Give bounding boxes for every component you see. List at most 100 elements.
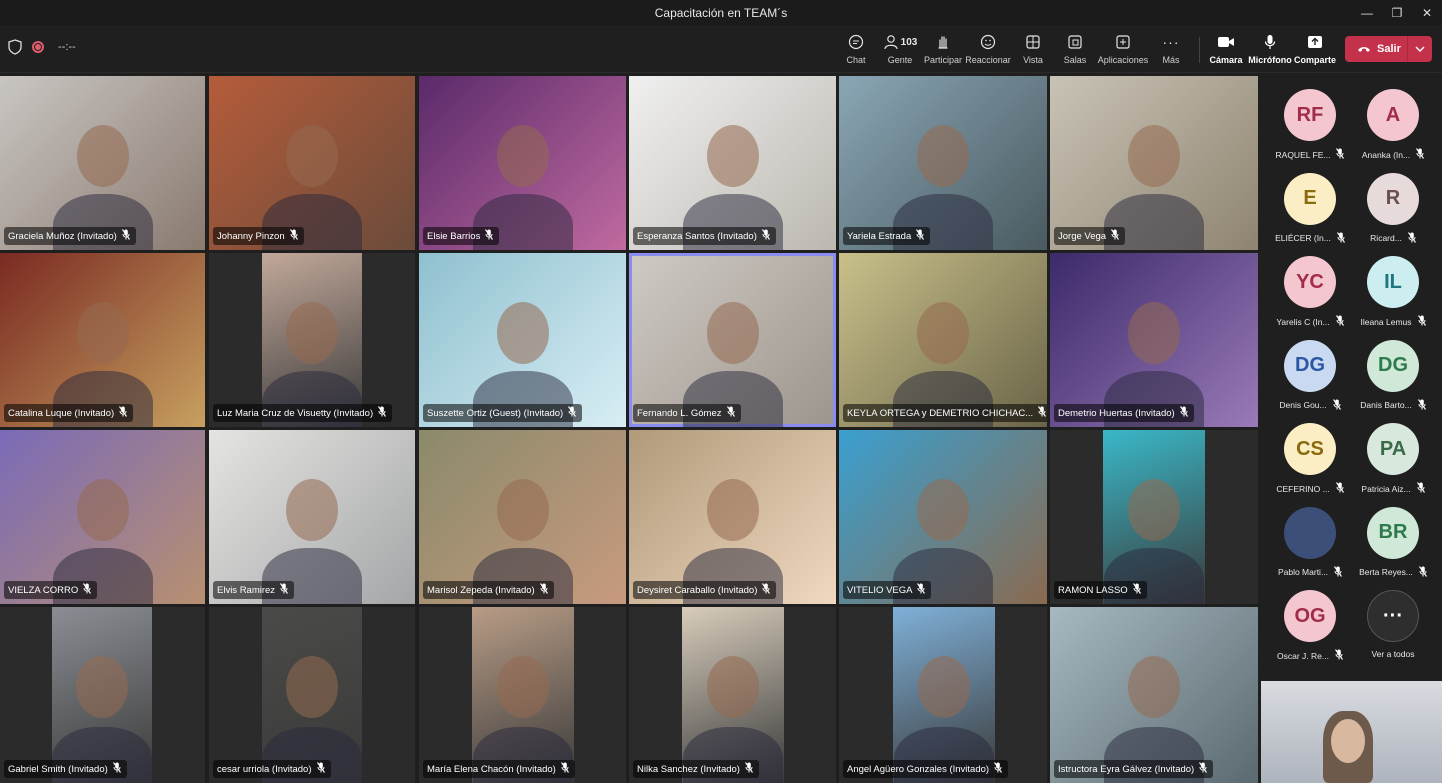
- participant-tile[interactable]: Luz Maria Cruz de Visuetty (Invitado): [209, 253, 415, 427]
- mic-off-icon: [1407, 231, 1416, 245]
- avatar-name: Patricia Aiz...: [1361, 483, 1411, 494]
- participant-tile[interactable]: Catalina Luque (Invitado): [0, 253, 205, 427]
- leave-button[interactable]: Salir: [1345, 36, 1432, 62]
- chevron-down-icon: [1415, 46, 1425, 52]
- view-button[interactable]: Vista: [1020, 33, 1046, 67]
- participant-avatar[interactable]: OG Oscar J. Re...: [1268, 590, 1352, 662]
- participant-avatar[interactable]: E ELIÉCER (In...: [1268, 172, 1352, 245]
- mic-off-icon: [280, 583, 289, 597]
- chat-icon: [848, 33, 864, 51]
- avatar-initials: A: [1367, 89, 1419, 141]
- participant-avatar[interactable]: CS CEFERINO ...: [1268, 423, 1352, 495]
- people-button[interactable]: 103 Gente: [880, 33, 920, 67]
- minimize-button[interactable]: —: [1352, 0, 1382, 25]
- participant-silhouette: [1128, 656, 1180, 719]
- participant-tile[interactable]: Fernando L. Gómez: [629, 253, 836, 427]
- participant-name: Istructora Eyra Gálvez (Invitado): [1058, 763, 1195, 775]
- participant-avatar[interactable]: A Ananka (In...: [1351, 89, 1435, 161]
- participant-avatar[interactable]: PA Patricia Aiz...: [1351, 423, 1435, 495]
- avatar-name-row: Ananka (In...: [1362, 148, 1425, 161]
- participant-name: Yariela Estrada: [847, 230, 912, 242]
- participant-tile[interactable]: Jorge Vega: [1050, 76, 1258, 250]
- participant-tile[interactable]: Deysiret Caraballo (Invitado): [629, 430, 836, 604]
- participant-tile[interactable]: Gabriel Smith (Invitado): [0, 607, 205, 783]
- participant-silhouette: [1128, 124, 1180, 187]
- participant-tile[interactable]: Graciela Muñoz (Invitado): [0, 76, 205, 250]
- mic-off-icon: [1336, 148, 1345, 161]
- mic-off-icon: [119, 406, 128, 420]
- leave-options-button[interactable]: [1408, 46, 1432, 52]
- mic-off-icon: [1416, 148, 1425, 161]
- camera-button[interactable]: Cámara: [1209, 33, 1243, 67]
- participant-tile[interactable]: Elsie Barrios: [419, 76, 626, 250]
- mic-off-icon: [1038, 406, 1047, 420]
- participant-tile[interactable]: Marisol Zepeda (Invitado): [419, 430, 626, 604]
- breakout-rooms-button[interactable]: Salas: [1062, 33, 1088, 67]
- more-icon: ···: [1162, 34, 1180, 50]
- participant-silhouette: [706, 124, 759, 187]
- participant-tile[interactable]: VIELZA CORRO: [0, 430, 205, 604]
- participant-avatar[interactable]: R Ricard...: [1351, 172, 1435, 245]
- participant-tile[interactable]: Nilka Sanchez (Invitado): [629, 607, 836, 783]
- participant-tile[interactable]: VITELIO VEGA: [839, 430, 1047, 604]
- participant-silhouette: [76, 478, 129, 541]
- participant-tile[interactable]: Esperanza Santos (Invitado): [629, 76, 836, 250]
- toolbar-divider: [1199, 37, 1200, 63]
- mic-off-icon: [1132, 583, 1141, 597]
- participant-name-tag: Angel Agüero Gonzales (Invitado): [843, 760, 1009, 778]
- avatar-name-row: Ileana Lemus: [1360, 315, 1426, 328]
- mic-off-icon: [316, 762, 325, 776]
- participant-tile[interactable]: María Elena Chacón (Invitado): [419, 607, 626, 783]
- avatar-initials: RF: [1284, 89, 1336, 141]
- leave-main[interactable]: Salir: [1345, 43, 1407, 55]
- participant-silhouette: [286, 124, 338, 187]
- participant-tile[interactable]: Istructora Eyra Gálvez (Invitado): [1050, 607, 1258, 783]
- participant-name: cesar urriola (Invitado): [217, 763, 312, 775]
- participant-avatar[interactable]: RF RAQUEL FE...: [1268, 89, 1352, 161]
- participant-tile[interactable]: Johanny Pinzon: [209, 76, 415, 250]
- participant-silhouette: [706, 301, 759, 364]
- participant-avatar[interactable]: DG Denis Gou...: [1268, 339, 1352, 412]
- participant-tile[interactable]: Elvis Ramirez: [209, 430, 415, 604]
- participant-silhouette: [76, 301, 129, 364]
- react-button[interactable]: Reaccionar: [965, 33, 1011, 67]
- avatar-name: Pablo Marti...: [1277, 567, 1329, 577]
- title-bar: Capacitación en TEAM´s — ❐ ✕: [0, 0, 1442, 25]
- participant-tile[interactable]: Angel Agüero Gonzales (Invitado): [839, 607, 1047, 783]
- avatar-name: ELIÉCER (In...: [1275, 233, 1331, 243]
- avatar-initials: CS: [1284, 423, 1336, 475]
- apps-button[interactable]: Aplicaciones: [1098, 33, 1148, 67]
- participant-tile[interactable]: KEYLA ORTEGA y DEMETRIO CHICHAC...: [839, 253, 1047, 427]
- restore-button[interactable]: ❐: [1382, 0, 1412, 25]
- participant-tile[interactable]: Suszette Ortiz (Guest) (Invitado): [419, 253, 626, 427]
- participant-avatar[interactable]: Pablo Marti...: [1268, 506, 1352, 579]
- participant-avatar[interactable]: BR Berta Reyes...: [1351, 506, 1435, 579]
- participant-tile[interactable]: Yariela Estrada: [839, 76, 1047, 250]
- microphone-button[interactable]: Micrófono: [1248, 33, 1292, 67]
- participant-silhouette: [917, 478, 969, 541]
- participant-sidebar: RF RAQUEL FE... A Ananka (In... E ELIÉCER (In…: [1260, 75, 1442, 680]
- avatar-initials: [1284, 506, 1336, 559]
- people-count: 103: [900, 36, 918, 48]
- share-button[interactable]: Comparte: [1294, 33, 1336, 67]
- participant-avatar[interactable]: IL Ileana Lemus: [1351, 256, 1435, 328]
- participant-tile[interactable]: Demetrio Huertas (Invitado): [1050, 253, 1258, 427]
- chat-button[interactable]: Chat: [842, 33, 870, 67]
- see-all-button[interactable]: ··· Ver a todos: [1351, 590, 1435, 659]
- avatar-initials: BR: [1367, 506, 1419, 559]
- participant-avatar[interactable]: DG Danis Barto...: [1351, 339, 1435, 412]
- participant-name-tag: Deysiret Caraballo (Invitado): [633, 581, 777, 599]
- close-window-button[interactable]: ✕: [1412, 0, 1442, 25]
- participant-name: María Elena Chacón (Invitado): [427, 763, 556, 775]
- more-button[interactable]: ··· Más: [1158, 33, 1184, 67]
- raise-hand-button[interactable]: Participar: [924, 33, 962, 67]
- participant-avatar[interactable]: YC Yarelis C (In...: [1268, 256, 1352, 328]
- participant-tile[interactable]: cesar urriola (Invitado): [209, 607, 415, 783]
- participant-name: KEYLA ORTEGA y DEMETRIO CHICHAC...: [847, 407, 1034, 419]
- avatar-name-row: Denis Gou...: [1279, 398, 1341, 412]
- participant-name-tag: Yariela Estrada: [843, 227, 931, 245]
- mic-off-icon: [917, 583, 926, 597]
- participant-name-tag: Catalina Luque (Invitado): [4, 404, 134, 422]
- participant-tile[interactable]: RAMON LASSO: [1050, 430, 1258, 604]
- share-icon: [1307, 33, 1323, 51]
